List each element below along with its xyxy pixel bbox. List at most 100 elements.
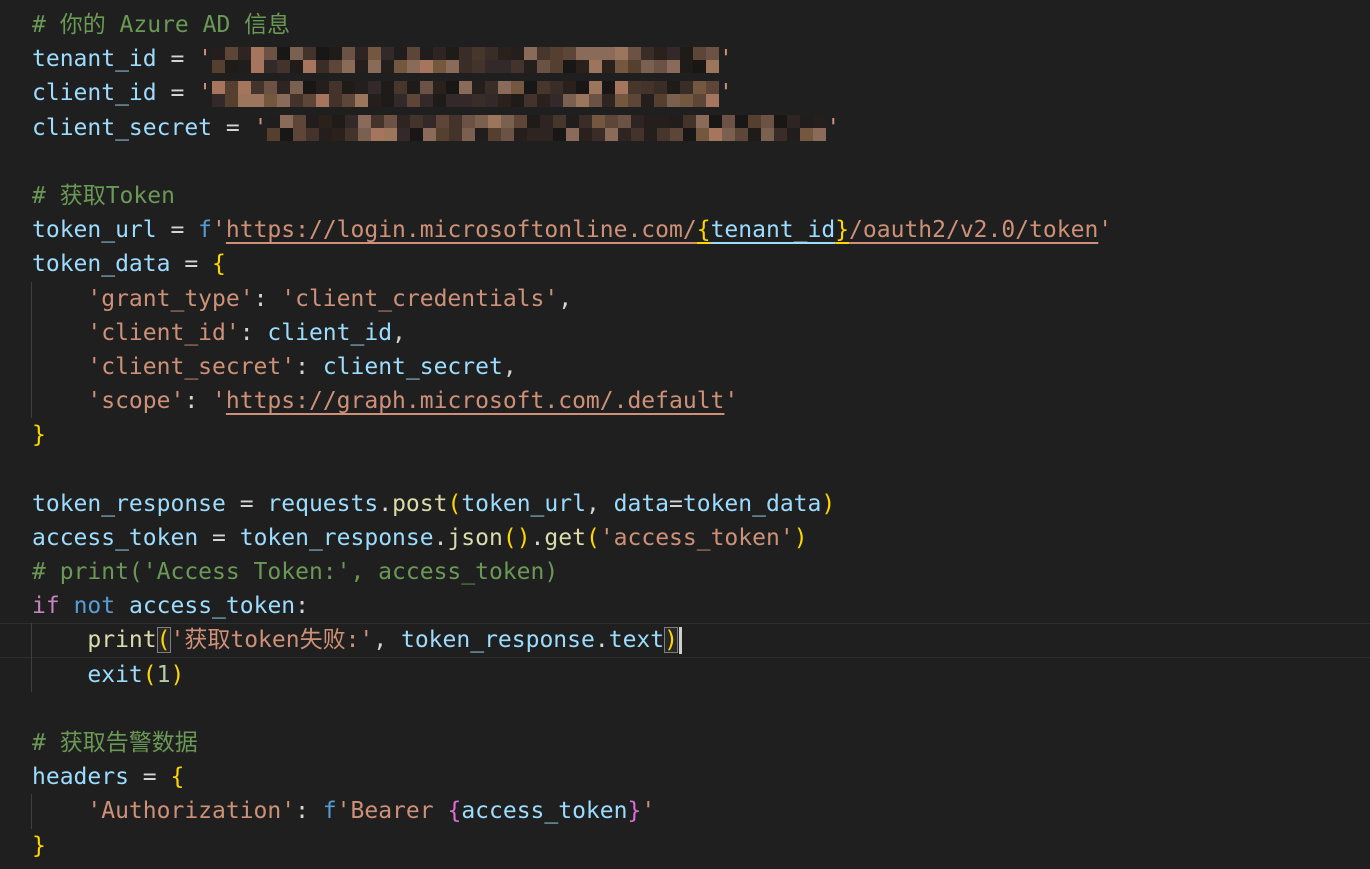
code-line: if not access_token: [0,589,1370,623]
comment: # 获取Token [32,183,175,209]
punctuation: : [254,286,282,312]
identifier: client_id [32,80,157,106]
punctuation: : [295,798,323,824]
string-literal: ' [641,798,655,824]
identifier: token_data [32,251,170,277]
bracket: } [32,833,46,859]
code-line: headers = { [0,760,1370,794]
punctuation: . [531,525,545,551]
punctuation: : [295,354,323,380]
code-line: 'client_id': client_id, [0,316,1370,350]
code-line: token_response = requests.post(token_url… [0,487,1370,521]
code-line [0,145,1370,179]
code-line: # 你的 Azure AD 信息 [0,8,1370,42]
identifier: client_id [267,320,392,346]
punctuation: : [295,593,309,619]
punctuation: = [157,80,199,106]
code-line: 'Authorization': f'Bearer {access_token}… [0,794,1370,828]
identifier-in-link: tenant_id [711,217,836,243]
punctuation: = [129,764,171,790]
code-line: # print('Access Token:', access_token) [0,555,1370,589]
string-literal: 'client_id' [87,320,239,346]
string-literal: ' [719,80,733,106]
bracket-nested: { [447,798,461,824]
bracket: { [170,764,184,790]
identifier: token_response [32,491,226,517]
string-url-link: /oauth2/v2.0/token [849,217,1098,243]
punctuation: = [226,491,268,517]
code-line: # 获取告警数据 [0,726,1370,760]
identifier: access_token [32,525,198,551]
punctuation [32,286,87,312]
bracket: ( [447,491,461,517]
punctuation [32,320,87,346]
identifier: headers [32,764,129,790]
function-name: post [392,491,447,517]
punctuation: , [586,491,614,517]
identifier: client_secret [323,354,503,380]
code-line: 'scope': 'https://graph.microsoft.com/.d… [0,384,1370,418]
redacted-secret [267,115,826,141]
number-literal: 1 [157,662,171,688]
code-editor[interactable]: # 你的 Azure AD 信息tenant_id = ''client_id … [0,0,1370,869]
keyword: f [323,798,337,824]
keyword: f [198,217,212,243]
punctuation: , [373,627,401,653]
code-line: client_id = ' ' [0,76,1370,110]
function-name: get [544,525,586,551]
punctuation: , [558,286,572,312]
string-literal: 'grant_type' [87,286,253,312]
bracket: } [32,422,46,448]
code-line: token_data = { [0,247,1370,281]
function-name: json [447,525,502,551]
string-literal: ' [212,388,226,414]
punctuation: = [157,217,199,243]
identifier: access_token [129,593,295,619]
string-literal: '获取token失败:' [171,627,374,653]
punctuation [32,662,87,688]
punctuation: = [170,251,212,277]
bracket: ) [821,491,835,517]
string-literal: 'Authorization' [87,798,295,824]
punctuation [32,354,87,380]
punctuation: . [595,627,609,653]
string-literal: 'Bearer [337,798,448,824]
keyword: not [74,593,116,619]
bracket-nested: } [627,798,641,824]
string-literal: ' [254,115,268,141]
code-line-current: print('获取token失败:', token_response.text) [0,623,1370,657]
function-name: print [87,627,156,653]
identifier: token_url [32,217,157,243]
string-url-link: https://graph.microsoft.com/.default [226,388,725,414]
identifier: requests [267,491,378,517]
punctuation: . [434,525,448,551]
string-literal: ' [198,80,212,106]
identifier: tenant_id [32,46,157,72]
code-line: access_token = token_response.json().get… [0,521,1370,555]
code-line [0,692,1370,726]
identifier: token_url [461,491,586,517]
identifier: token_response [401,627,595,653]
bracket: { [212,251,226,277]
string-literal: ' [212,217,226,243]
code-line: } [0,829,1370,863]
punctuation [60,593,74,619]
bracket: ) [171,662,185,688]
string-literal: 'access_token' [600,525,794,551]
code-line: tenant_id = '' [0,42,1370,76]
keyword-control: if [32,593,60,619]
identifier: data [614,491,669,517]
string-literal: ' [198,46,212,72]
bracket: ( [143,662,157,688]
bracket: ) [664,627,678,653]
code-line [0,452,1370,486]
code-line: token_url = f'https://login.microsoftonl… [0,213,1370,247]
code-line: # 获取Token [0,179,1370,213]
string-literal: ' [826,115,840,141]
redacted-secret [212,47,719,73]
identifier: text [609,627,664,653]
code-line: 'client_secret': client_secret, [0,350,1370,384]
code-line: client_secret = '' [0,111,1370,145]
identifier: access_token [461,798,627,824]
code-line: 'grant_type': 'client_credentials', [0,282,1370,316]
